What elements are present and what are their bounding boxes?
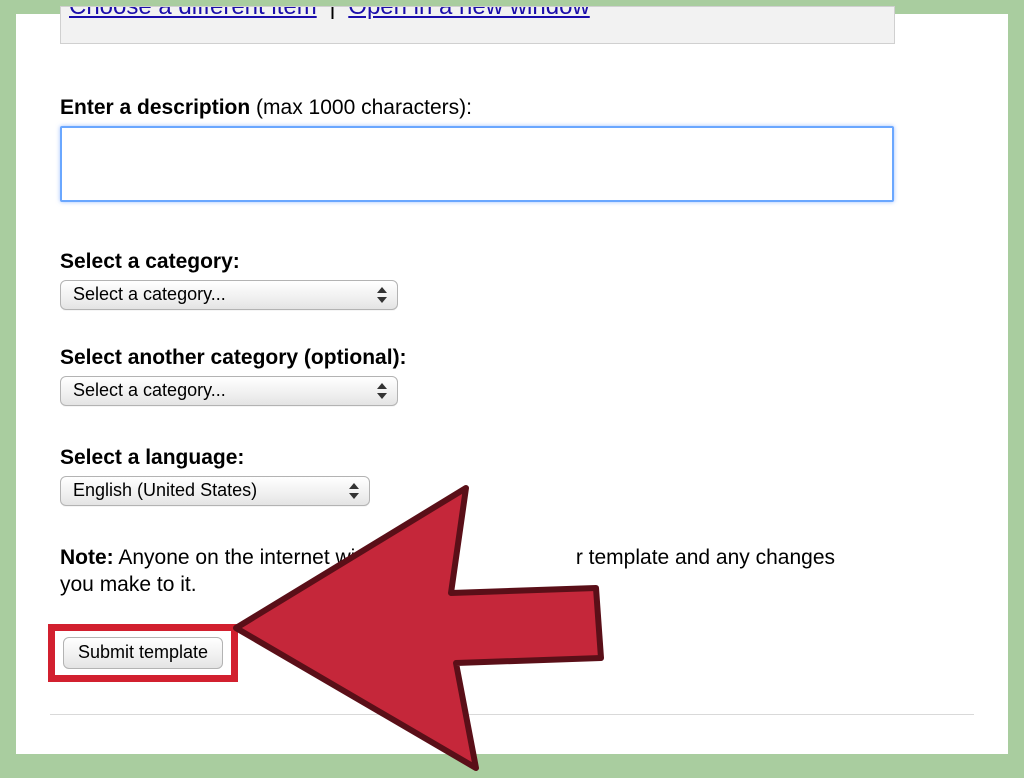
description-section: Enter a description (max 1000 characters… <box>60 96 900 202</box>
annotation-arrow-icon <box>216 478 686 778</box>
choose-different-item-link[interactable]: Choose a different item <box>69 6 317 20</box>
submit-highlight: Submit template <box>48 624 238 682</box>
language-section: Select a language: English (United State… <box>60 446 370 506</box>
language-select-value: English (United States) <box>73 480 257 500</box>
link-separator: | <box>323 6 341 20</box>
category-label: Select a category: <box>60 250 398 274</box>
language-label: Select a language: <box>60 446 370 470</box>
divider <box>50 714 974 715</box>
language-select[interactable]: English (United States) <box>60 476 370 506</box>
category-section: Select a category: Select a category... <box>60 250 398 310</box>
category2-section: Select another category (optional): Sele… <box>60 346 407 406</box>
note-text: Note: Anyone on the internet wixxxxxxxxx… <box>60 544 860 599</box>
submit-template-button[interactable]: Submit template <box>63 637 223 669</box>
category2-label: Select another category (optional): <box>60 346 407 370</box>
category-select[interactable]: Select a category... <box>60 280 398 310</box>
category2-select[interactable]: Select a category... <box>60 376 398 406</box>
description-input[interactable] <box>60 126 894 202</box>
description-label: Enter a description (max 1000 characters… <box>60 96 900 120</box>
page-frame: Choose a different item | Open in a new … <box>16 14 1008 754</box>
open-new-window-link[interactable]: Open in a new window <box>348 6 589 20</box>
top-link-bar: Choose a different item | Open in a new … <box>60 6 895 44</box>
category2-select-value: Select a category... <box>73 380 226 400</box>
category-select-value: Select a category... <box>73 284 226 304</box>
